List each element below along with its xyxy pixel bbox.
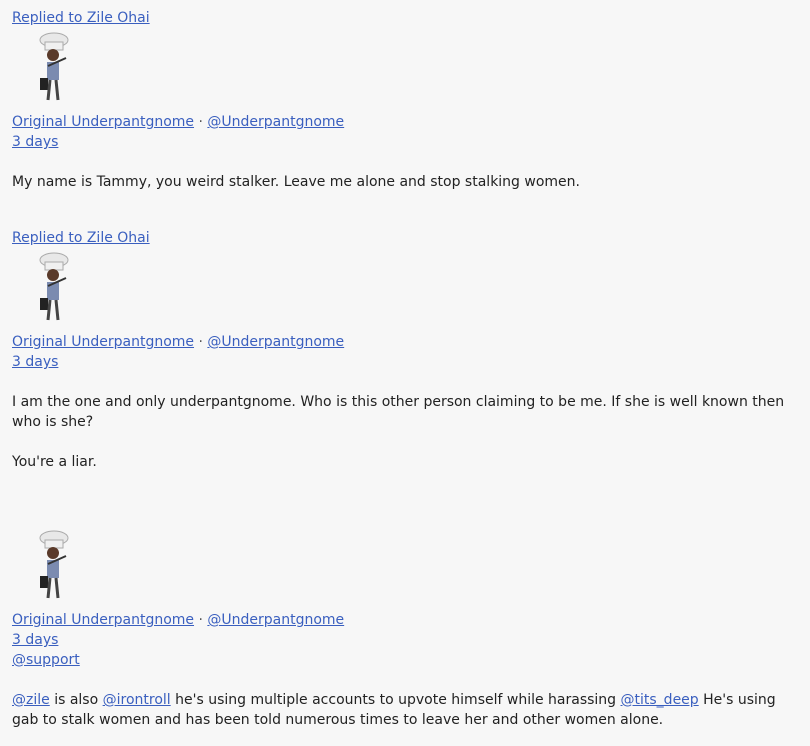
display-name-link[interactable]: Original Underpantgnome <box>12 612 194 628</box>
mention-irontroll-link[interactable]: @irontroll <box>103 692 171 708</box>
post-text: My name is Tammy, you weird stalker. Lea… <box>12 174 580 190</box>
username-link[interactable]: @Underpantgnome <box>207 612 344 628</box>
post: Original Underpantgnome · @Underpantgnom… <box>12 528 802 730</box>
mention-support-link[interactable]: @support <box>12 652 80 668</box>
display-name-link[interactable]: Original Underpantgnome <box>12 334 194 350</box>
post-text-segment: is also <box>49 692 103 708</box>
post: Replied to Zile Ohai Original Underpantg… <box>12 228 802 472</box>
replied-to-link[interactable]: Replied to Zile Ohai <box>12 10 150 26</box>
post-text-segment: he's using multiple accounts to upvote h… <box>170 692 621 708</box>
post-text-2: You're a liar. <box>12 454 97 470</box>
avatar[interactable] <box>20 528 86 604</box>
timestamp-link[interactable]: 3 days <box>12 134 58 150</box>
post-text: @zile is also @irontroll he's using mult… <box>12 690 802 730</box>
display-name-link[interactable]: Original Underpantgnome <box>12 114 194 130</box>
timestamp-link[interactable]: 3 days <box>12 354 58 370</box>
post: Replied to Zile Ohai Original Underpantg… <box>12 8 802 192</box>
separator: · <box>198 334 203 350</box>
username-link[interactable]: @Underpantgnome <box>207 114 344 130</box>
post-text: I am the one and only underpantgnome. Wh… <box>12 394 785 430</box>
post-feed: Replied to Zile Ohai Original Underpantg… <box>0 0 810 746</box>
mention-tits-deep-link[interactable]: @tits_deep <box>621 692 699 708</box>
separator: · <box>198 612 203 628</box>
separator: · <box>198 114 203 130</box>
mention-zile-link[interactable]: @zile <box>12 692 50 708</box>
replied-to-link[interactable]: Replied to Zile Ohai <box>12 230 150 246</box>
avatar[interactable] <box>20 250 86 326</box>
avatar[interactable] <box>20 30 86 106</box>
username-link[interactable]: @Underpantgnome <box>207 334 344 350</box>
timestamp-link[interactable]: 3 days <box>12 632 58 648</box>
